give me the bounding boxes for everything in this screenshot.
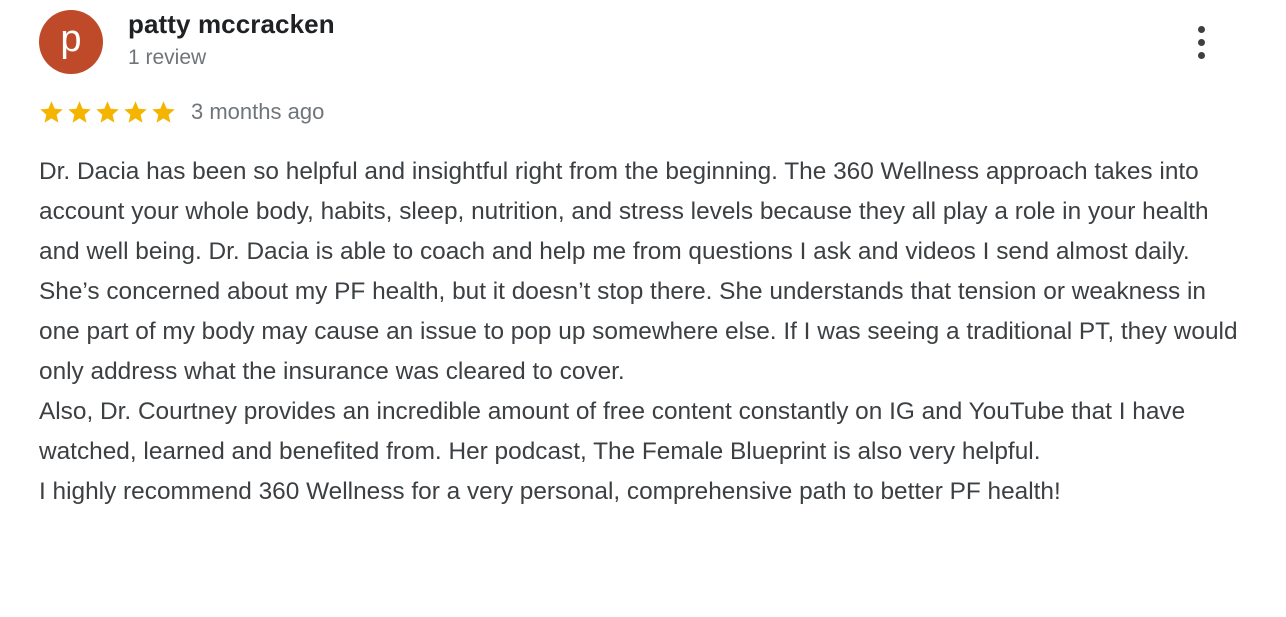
avatar[interactable]: p bbox=[39, 10, 103, 74]
star-icon bbox=[96, 100, 119, 123]
more-options-button[interactable] bbox=[1180, 20, 1222, 64]
star-icon bbox=[152, 100, 175, 123]
star-rating bbox=[38, 99, 177, 126]
review-text: Dr. Dacia has been so helpful and insigh… bbox=[39, 158, 1238, 505]
more-vert-icon bbox=[1197, 25, 1205, 33]
star-icon bbox=[40, 100, 63, 123]
star-icon bbox=[68, 100, 91, 123]
star-icon bbox=[124, 100, 147, 123]
reviewer-review-count: 1 review bbox=[128, 46, 207, 69]
reviewer-name[interactable]: patty mccracken bbox=[128, 9, 335, 40]
rating-row: 3 months ago bbox=[38, 97, 324, 127]
review-time: 3 months ago bbox=[191, 99, 325, 124]
avatar-initial: p bbox=[60, 18, 82, 60]
